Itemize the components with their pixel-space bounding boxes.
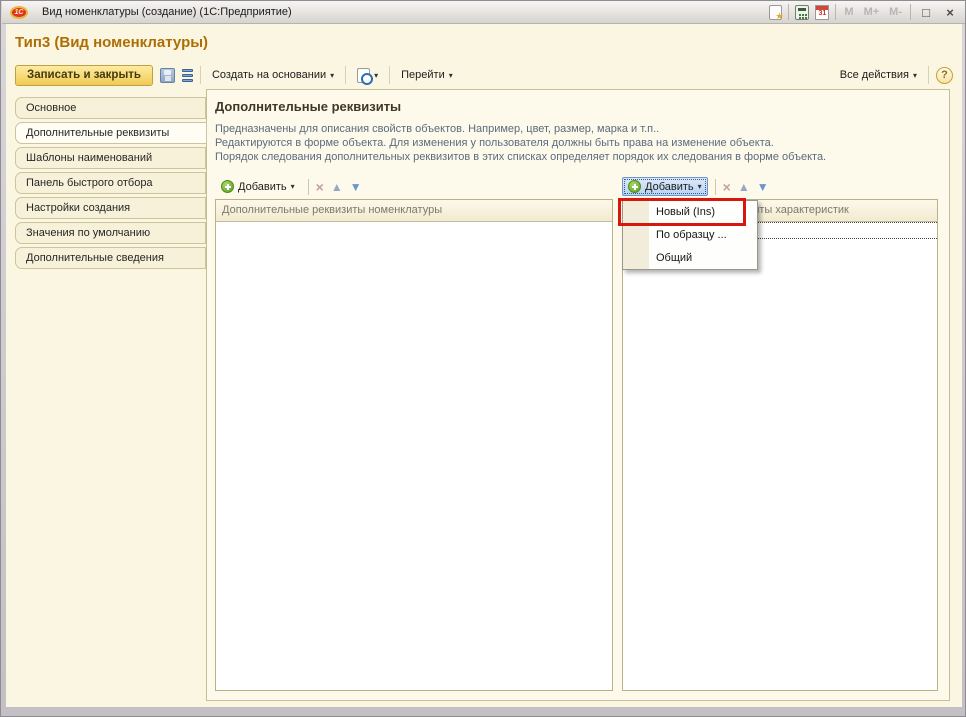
- memory-m-minus-button[interactable]: M-: [887, 6, 904, 18]
- toolbar-separator: [345, 66, 346, 84]
- menu-item-common[interactable]: Общий: [623, 247, 757, 270]
- app-window: 1С Вид номенклатуры (создание) (1С:Предп…: [0, 0, 966, 717]
- list-column-header[interactable]: Дополнительные реквизиты номенклатуры: [216, 200, 612, 222]
- form-content: Тип3 (Вид номенклатуры) Записать и закры…: [6, 24, 962, 707]
- caret-down-icon: ▾: [330, 71, 334, 80]
- save-and-close-button[interactable]: Записать и закрыть: [15, 65, 153, 86]
- delete-icon[interactable]: ×: [723, 179, 731, 195]
- sidebar-item-quick-filter-panel[interactable]: Панель быстрого отбора: [15, 172, 206, 194]
- register-records-icon[interactable]: [182, 69, 193, 82]
- go-to-label: Перейти: [401, 69, 445, 81]
- 1c-logo-icon: 1С: [10, 6, 28, 19]
- all-actions-menu[interactable]: Все действия ▾: [836, 66, 921, 84]
- calendar-top-band: [816, 6, 828, 10]
- create-based-on-menu[interactable]: Создать на основании ▾: [208, 66, 338, 84]
- page-title: Тип3 (Вид номенклатуры): [15, 34, 208, 51]
- description-line: Порядок следования дополнительных реквиз…: [215, 150, 826, 164]
- close-button[interactable]: ×: [941, 5, 959, 20]
- reports-menu[interactable]: ▾: [353, 65, 382, 86]
- titlebar: 1С Вид номенклатуры (создание) (1С:Предп…: [2, 1, 965, 24]
- description-line: Редактируются в форме объекта. Для измен…: [215, 136, 826, 150]
- toolbar-separator: [928, 66, 929, 84]
- toolbar-separator: [389, 66, 390, 84]
- sidebar-item-general[interactable]: Основное: [15, 97, 206, 119]
- sidebar-item-name-templates[interactable]: Шаблоны наименований: [15, 147, 206, 169]
- add-button-label: Добавить: [645, 181, 694, 193]
- caret-down-icon: ▾: [374, 71, 378, 80]
- add-plus-icon: [221, 180, 234, 193]
- sidebar-tabs: Основное Дополнительные реквизиты Шаблон…: [15, 97, 207, 272]
- calendar-icon[interactable]: 31: [815, 5, 829, 20]
- main-toolbar: Записать и закрыть Создать на основании …: [15, 63, 953, 87]
- memory-m-button[interactable]: M: [842, 6, 855, 18]
- memory-m-plus-button[interactable]: M+: [862, 6, 882, 18]
- sidebar-item-creation-settings[interactable]: Настройки создания: [15, 197, 206, 219]
- create-based-on-label: Создать на основании: [212, 69, 326, 81]
- highlight-annotation: [618, 198, 746, 226]
- titlebar-buttons: ★ 31 M M+ M- □ ×: [769, 4, 965, 20]
- go-to-menu[interactable]: Перейти ▾: [397, 66, 457, 84]
- additional-attributes-panel: Дополнительные реквизиты Предназначены д…: [206, 89, 950, 701]
- move-up-icon[interactable]: ▲: [331, 180, 343, 194]
- move-down-icon[interactable]: ▼: [757, 180, 769, 194]
- move-down-icon[interactable]: ▼: [350, 180, 362, 194]
- caret-down-icon: ▾: [291, 182, 295, 191]
- star-icon: ★: [775, 11, 783, 22]
- calculator-icon[interactable]: [795, 5, 809, 20]
- window-title: Вид номенклатуры (создание) (1С:Предприя…: [42, 6, 292, 18]
- toolbar-separator: [200, 66, 201, 84]
- save-icon[interactable]: [160, 68, 175, 83]
- add-plus-icon: [628, 180, 641, 193]
- toolbar-separator: [308, 179, 309, 195]
- add-button-label: Добавить: [238, 181, 287, 193]
- delete-icon[interactable]: ×: [316, 179, 324, 195]
- section-header: Дополнительные реквизиты: [215, 99, 401, 114]
- help-button[interactable]: ?: [936, 67, 953, 84]
- nomenclature-list-toolbar: Добавить ▾ × ▲ ▼: [215, 176, 362, 197]
- characteristic-attributes-list[interactable]: Дополнительные реквизиты характеристик: [622, 199, 938, 691]
- document-clock-icon: [357, 68, 370, 83]
- calendar-day-label: 31: [816, 10, 828, 18]
- toolbar-separator: [715, 179, 716, 195]
- caret-down-icon: ▾: [449, 71, 453, 80]
- all-actions-label: Все действия: [840, 69, 909, 81]
- add-button-characteristics[interactable]: Добавить ▾: [622, 177, 708, 196]
- favorites-icon[interactable]: ★: [769, 5, 782, 20]
- titlebar-separator: [788, 4, 789, 20]
- menu-item-by-sample[interactable]: По образцу ...: [623, 224, 757, 247]
- add-button-nomenclature[interactable]: Добавить ▾: [215, 177, 301, 196]
- nomenclature-attributes-list[interactable]: Дополнительные реквизиты номенклатуры: [215, 199, 613, 691]
- section-description: Предназначены для описания свойств объек…: [215, 122, 826, 164]
- caret-down-icon: ▾: [913, 71, 917, 80]
- caret-down-icon: ▾: [698, 182, 702, 191]
- titlebar-separator: [835, 4, 836, 20]
- sidebar-item-additional-info[interactable]: Дополнительные сведения: [15, 247, 206, 269]
- sidebar-item-default-values[interactable]: Значения по умолчанию: [15, 222, 206, 244]
- maximize-button[interactable]: □: [917, 5, 935, 20]
- titlebar-separator: [910, 4, 911, 20]
- characteristics-list-toolbar: Добавить ▾ × ▲ ▼: [622, 176, 769, 197]
- description-line: Предназначены для описания свойств объек…: [215, 122, 826, 136]
- sidebar-item-additional-attributes[interactable]: Дополнительные реквизиты: [15, 122, 207, 144]
- move-up-icon[interactable]: ▲: [738, 180, 750, 194]
